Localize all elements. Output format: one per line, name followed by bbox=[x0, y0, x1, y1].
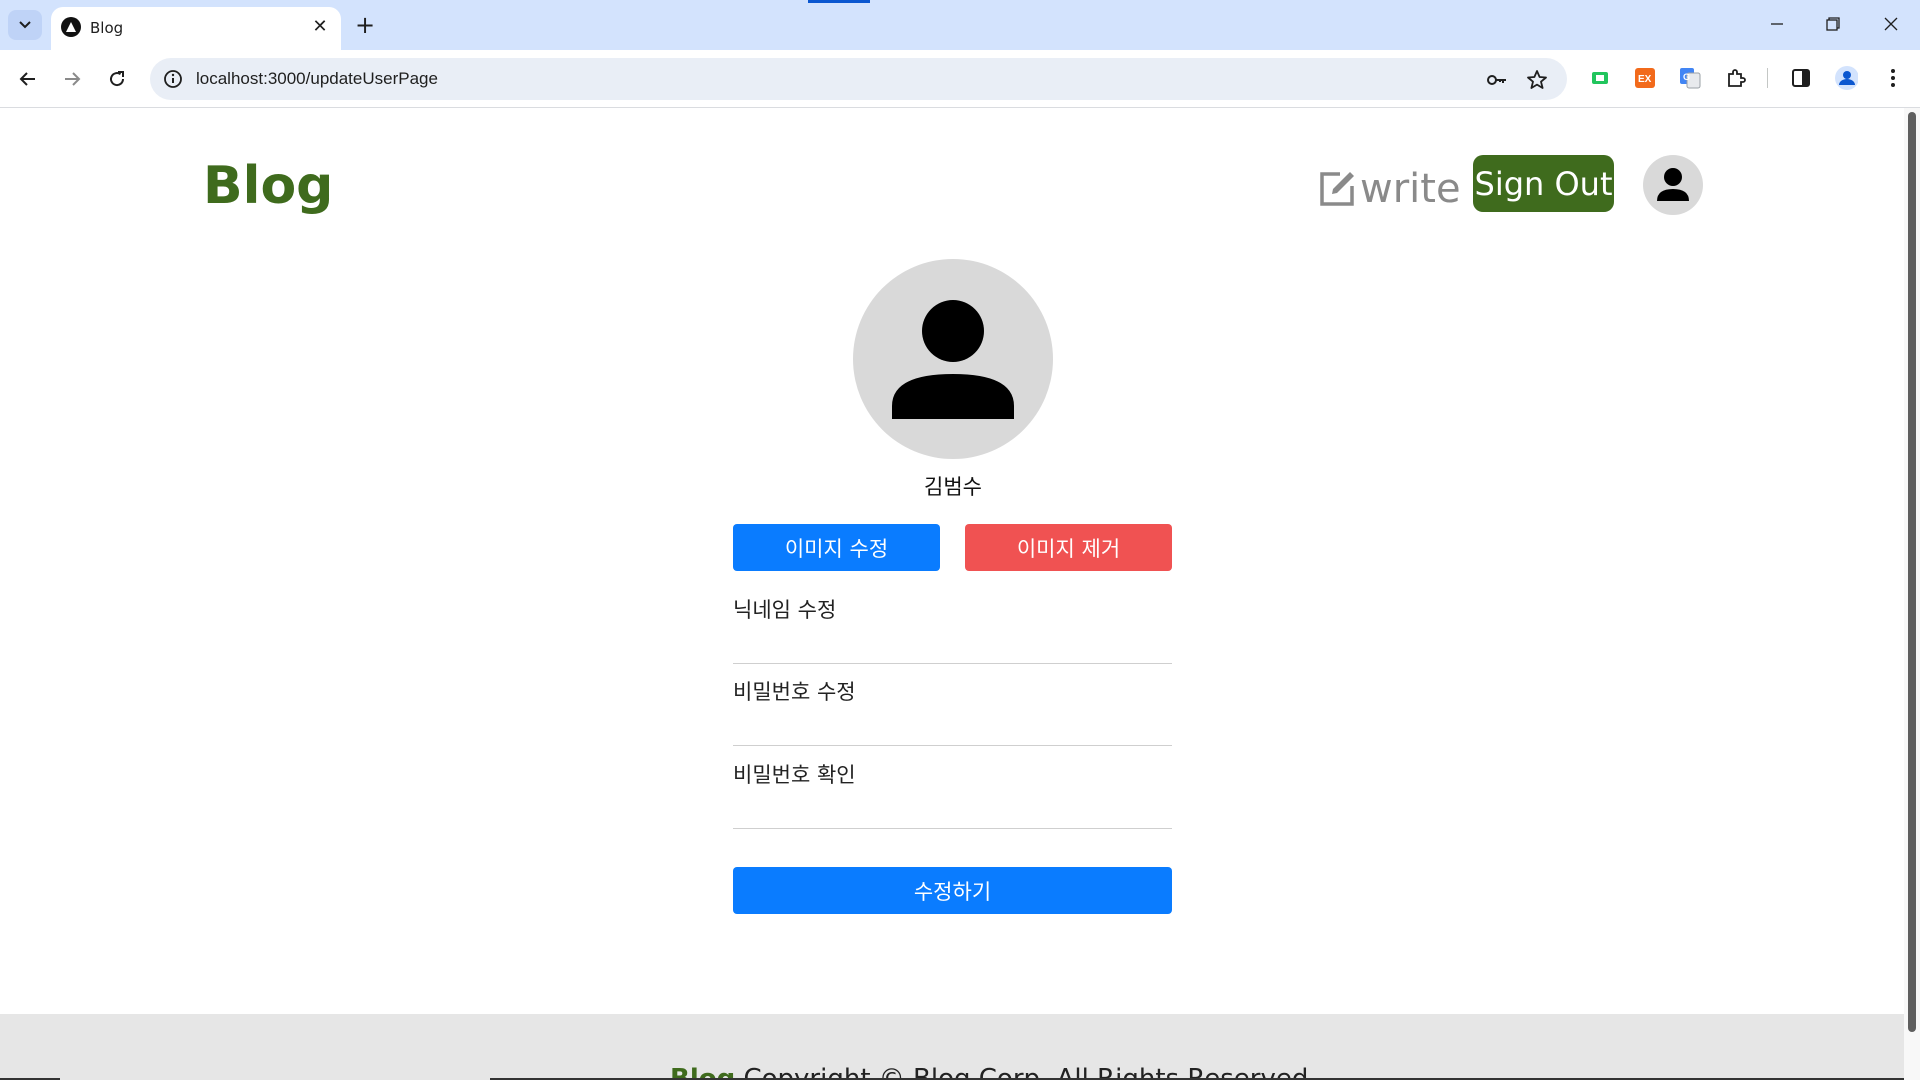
new-tab-button[interactable]: + bbox=[351, 11, 379, 39]
extension-green-icon[interactable] bbox=[1588, 66, 1612, 90]
password-confirm-field: 비밀번호 확인 bbox=[733, 759, 1172, 829]
tab-title: Blog bbox=[90, 19, 124, 37]
reload-button[interactable] bbox=[101, 63, 133, 95]
password-key-icon[interactable] bbox=[1485, 68, 1509, 92]
nickname-field: 닉네임 수정 bbox=[733, 594, 1172, 664]
chevron-down-icon bbox=[19, 21, 31, 29]
site-info-icon[interactable] bbox=[162, 68, 184, 90]
forward-button[interactable] bbox=[56, 63, 88, 95]
sign-out-button[interactable]: Sign Out bbox=[1473, 155, 1614, 212]
toolbar-divider bbox=[1767, 68, 1768, 88]
close-window-button[interactable] bbox=[1868, 8, 1914, 40]
edit-image-button[interactable]: 이미지 수정 bbox=[733, 524, 940, 571]
page-scrollbar[interactable] bbox=[1904, 108, 1920, 1080]
arrow-left-icon bbox=[19, 72, 35, 86]
close-tab-icon[interactable]: ✕ bbox=[309, 15, 331, 37]
address-bar-url[interactable]: localhost:3000/updateUserPage bbox=[196, 69, 438, 89]
tab-strip-indicator bbox=[808, 0, 870, 3]
browser-menu-icon[interactable] bbox=[1881, 66, 1905, 90]
svg-text:EX: EX bbox=[1638, 74, 1652, 85]
bookmark-star-icon[interactable] bbox=[1525, 68, 1549, 92]
write-label: write bbox=[1360, 166, 1461, 212]
tab-search-button[interactable] bbox=[8, 10, 42, 40]
svg-text:G: G bbox=[1683, 72, 1690, 82]
edit-square-icon bbox=[1320, 172, 1354, 206]
address-bar[interactable]: localhost:3000/updateUserPage bbox=[150, 58, 1567, 100]
side-panel-icon[interactable] bbox=[1789, 66, 1813, 90]
translate-extension-icon[interactable]: G bbox=[1678, 66, 1702, 90]
extension-ex-icon[interactable]: EX bbox=[1633, 66, 1657, 90]
password-confirm-label: 비밀번호 확인 bbox=[733, 763, 856, 787]
remove-image-button[interactable]: 이미지 제거 bbox=[965, 524, 1172, 571]
arrow-right-icon bbox=[65, 72, 81, 86]
site-logo[interactable]: Blog bbox=[203, 156, 333, 216]
password-input[interactable] bbox=[733, 708, 1172, 742]
reload-icon bbox=[110, 71, 125, 87]
site-favicon-icon bbox=[61, 17, 81, 37]
submit-update-button[interactable]: 수정하기 bbox=[733, 867, 1172, 914]
browser-toolbar: localhost:3000/updateUserPage bbox=[0, 50, 1920, 108]
scrollbar-thumb[interactable] bbox=[1908, 112, 1916, 1032]
user-icon bbox=[892, 300, 1014, 419]
nickname-label: 닉네임 수정 bbox=[733, 598, 837, 622]
minimize-icon bbox=[1771, 23, 1783, 25]
extensions-puzzle-icon[interactable] bbox=[1724, 66, 1748, 90]
back-button[interactable] bbox=[12, 63, 44, 95]
restore-icon bbox=[1826, 17, 1840, 31]
username: 김범수 bbox=[924, 475, 982, 499]
profile-icon[interactable] bbox=[1834, 66, 1858, 90]
password-field: 비밀번호 수정 bbox=[733, 676, 1172, 746]
nickname-input[interactable] bbox=[733, 626, 1172, 660]
browser-tab-bar: Blog ✕ + bbox=[0, 0, 1920, 50]
user-icon bbox=[1657, 168, 1689, 201]
browser-tab-active[interactable]: Blog ✕ bbox=[51, 7, 341, 50]
footer: Blog Copyright © Blog Corp. All Rights R… bbox=[0, 1014, 1904, 1080]
minimize-window-button[interactable] bbox=[1754, 8, 1800, 40]
restore-window-button[interactable] bbox=[1810, 8, 1856, 40]
write-link[interactable]: write bbox=[1318, 166, 1461, 212]
profile-avatar bbox=[853, 259, 1053, 459]
password-confirm-input[interactable] bbox=[733, 791, 1172, 825]
page-content: Blog write Sign Out 김범수 이미지 수정 이미지 제거 닉네… bbox=[0, 108, 1904, 1080]
header-avatar[interactable] bbox=[1643, 155, 1703, 215]
close-icon bbox=[1884, 17, 1898, 31]
password-label: 비밀번호 수정 bbox=[733, 680, 856, 704]
